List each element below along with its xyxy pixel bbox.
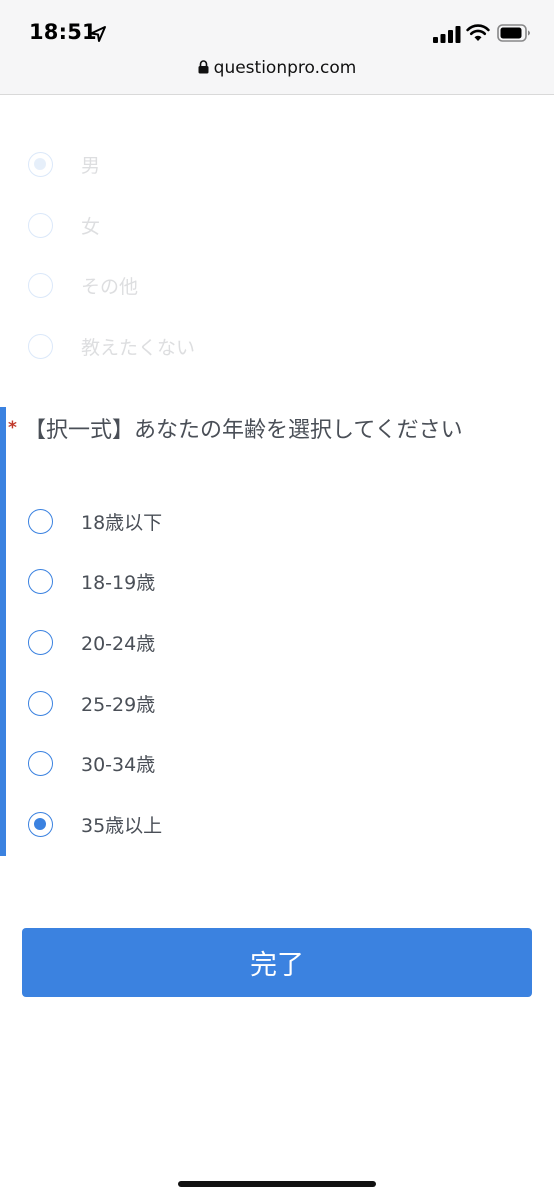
address-bar[interactable]: questionpro.com bbox=[0, 58, 554, 78]
gender-option-female[interactable]: 女 bbox=[28, 208, 100, 242]
option-label: 18歳以下 bbox=[81, 511, 163, 534]
radio-button[interactable] bbox=[28, 508, 53, 534]
age-option-18-19[interactable]: 18-19歳 bbox=[28, 564, 155, 598]
browser-top-bar: 18:51 questionpro.com bbox=[0, 0, 554, 95]
lock-icon bbox=[198, 60, 209, 74]
option-label: 30-34歳 bbox=[81, 753, 156, 776]
question-title: 【択一式】あなたの年齢を選択してください bbox=[24, 418, 463, 443]
option-label: 女 bbox=[81, 215, 101, 238]
option-label: 教えたくない bbox=[81, 336, 196, 359]
radio-button[interactable] bbox=[28, 811, 53, 837]
age-option-25-29[interactable]: 25-29歳 bbox=[28, 686, 155, 720]
radio-button[interactable] bbox=[28, 272, 53, 298]
status-time: 18:51 bbox=[29, 20, 97, 44]
radio-button[interactable] bbox=[28, 690, 53, 716]
signal-icon bbox=[433, 26, 461, 43]
radio-button[interactable] bbox=[28, 333, 53, 359]
option-label: 35歳以上 bbox=[81, 814, 163, 837]
active-question-indicator bbox=[0, 407, 6, 856]
gender-option-other[interactable]: その他 bbox=[28, 268, 138, 302]
submit-button[interactable]: 完了 bbox=[22, 928, 532, 997]
gender-option-no-answer[interactable]: 教えたくない bbox=[28, 329, 195, 363]
location-arrow-icon bbox=[90, 26, 106, 42]
radio-button[interactable] bbox=[28, 750, 53, 776]
radio-button[interactable] bbox=[28, 568, 53, 594]
battery-icon bbox=[497, 24, 530, 42]
gender-option-male[interactable]: 男 bbox=[28, 147, 100, 181]
radio-button[interactable] bbox=[28, 151, 53, 177]
age-option-under-18[interactable]: 18歳以下 bbox=[28, 504, 162, 538]
radio-button[interactable] bbox=[28, 629, 53, 655]
required-mark: * bbox=[8, 418, 17, 438]
url-text: questionpro.com bbox=[213, 58, 357, 78]
wifi-icon bbox=[466, 24, 490, 41]
age-option-30-34[interactable]: 30-34歳 bbox=[28, 746, 155, 780]
radio-button[interactable] bbox=[28, 212, 53, 238]
option-label: 20-24歳 bbox=[81, 632, 156, 655]
option-label: 25-29歳 bbox=[81, 693, 156, 716]
home-indicator[interactable] bbox=[178, 1181, 376, 1187]
option-label: その他 bbox=[81, 275, 139, 298]
option-label: 男 bbox=[81, 154, 101, 177]
age-option-20-24[interactable]: 20-24歳 bbox=[28, 625, 155, 659]
option-label: 18-19歳 bbox=[81, 571, 156, 594]
age-option-35-plus[interactable]: 35歳以上 bbox=[28, 807, 162, 841]
